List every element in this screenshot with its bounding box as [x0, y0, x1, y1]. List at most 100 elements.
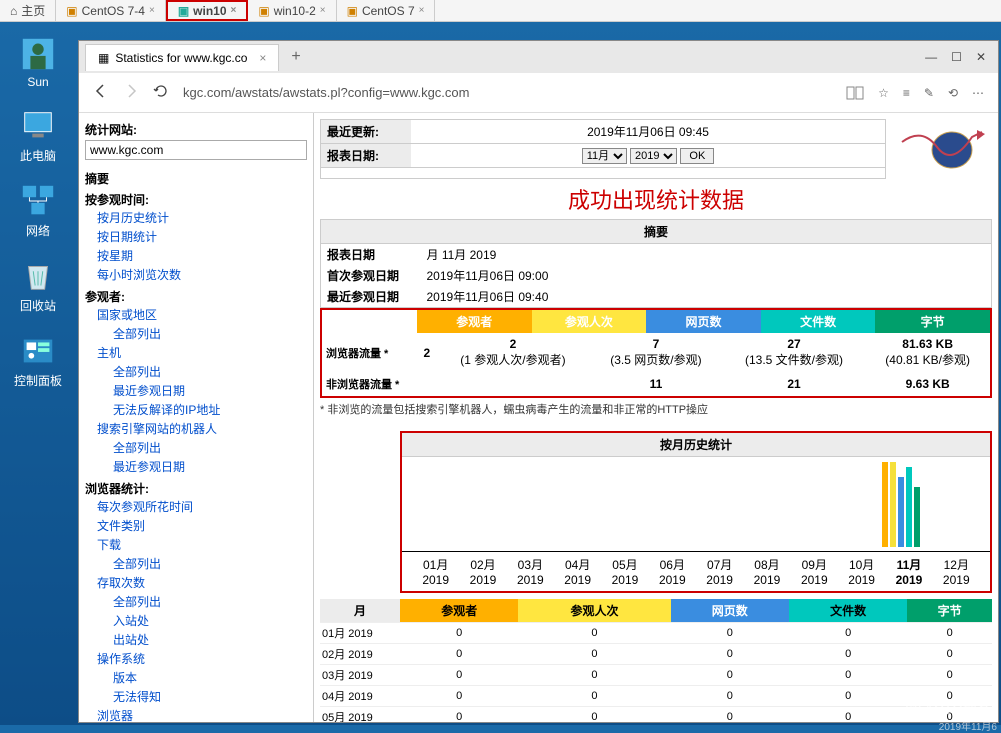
month-label: 09月2019 [791, 556, 838, 587]
desktop-icon-recycle[interactable]: 回收站 [8, 257, 68, 314]
vm-icon: ▣ [66, 4, 77, 18]
month-select[interactable]: 11月 [582, 148, 627, 164]
val: 2 [424, 346, 431, 360]
monthly-chart [402, 457, 990, 552]
sidebar-link[interactable]: 全部列出 [85, 592, 307, 611]
sidebar-link[interactable]: 全部列出 [85, 324, 307, 343]
vm-tab-centos74[interactable]: ▣ CentOS 7-4 × [56, 0, 166, 21]
close-icon[interactable]: × [231, 5, 237, 16]
month-table-header: 月 参观者 参观人次 网页数 文件数 字节 [320, 599, 992, 623]
cell: 0 [671, 665, 789, 686]
sidebar-link[interactable]: 全部列出 [85, 438, 307, 457]
close-icon[interactable]: × [419, 5, 425, 16]
table-row: 04月 201900000 [320, 686, 992, 707]
row-lbl: 报表日期 [321, 244, 421, 265]
vm-tab-label: 主页 [21, 2, 45, 19]
page-icon: ▦ [98, 51, 109, 65]
back-button[interactable] [93, 83, 109, 102]
month-label: 04月2019 [554, 556, 601, 587]
hub-icon[interactable]: ≡ [903, 86, 910, 100]
desktop-icon-pc[interactable]: 此电脑 [8, 107, 68, 164]
sidebar-link[interactable]: 文件类别 [85, 516, 307, 535]
sidebar-link[interactable]: 国家或地区 [85, 305, 307, 324]
val: 21 [787, 377, 800, 391]
reading-icon[interactable] [846, 86, 864, 100]
sidebar-link[interactable]: 搜索引擎网站的机器人 [85, 419, 307, 438]
month-labels: 01月201902月201903月201904月201905月201906月20… [402, 552, 990, 591]
cell: 0 [400, 644, 518, 665]
row-val: 2019年11月06日 09:40 [421, 286, 992, 308]
sidebar-link[interactable]: 按星期 [85, 246, 307, 265]
cell: 03月 2019 [320, 665, 400, 686]
desktop-icon-controlpanel[interactable]: 控制面板 [8, 332, 68, 389]
sidebar-link[interactable]: 操作系统 [85, 649, 307, 668]
cell: 0 [400, 686, 518, 707]
notes-icon[interactable]: ✎ [924, 86, 934, 100]
row-lbl: 首次参观日期 [321, 265, 421, 286]
vm-tab-centos7[interactable]: ▣ CentOS 7 × [337, 0, 436, 21]
site-input[interactable] [85, 140, 307, 160]
forward-button[interactable] [123, 83, 139, 102]
desktop-icon-network[interactable]: 网络 [8, 182, 68, 239]
sidebar-link[interactable]: 主机 [85, 343, 307, 362]
sidebar-link[interactable]: 无法反解译的IP地址 [85, 400, 307, 419]
close-icon[interactable]: × [320, 5, 326, 16]
cell: 0 [671, 686, 789, 707]
year-select[interactable]: 2019 [630, 148, 677, 164]
share-icon[interactable]: ⟲ [948, 86, 958, 100]
close-icon[interactable]: × [149, 5, 155, 16]
url-text[interactable]: kgc.com/awstats/awstats.pl?config=www.kg… [183, 85, 832, 100]
cell: 0 [671, 623, 789, 644]
val: 11 [650, 377, 663, 391]
cell: 0 [789, 686, 907, 707]
sidebar-link[interactable]: 无法得知 [85, 687, 307, 706]
maximize-icon[interactable]: ☐ [951, 50, 962, 64]
favorite-icon[interactable]: ☆ [878, 86, 889, 100]
sidebar-category: 参观者: [85, 288, 307, 305]
browser-tab[interactable]: ▦ Statistics for www.kgc.co × [85, 44, 279, 71]
cell: 0 [789, 623, 907, 644]
th: 字节 [907, 599, 992, 623]
sidebar-category: 摘要 [85, 170, 307, 187]
close-icon[interactable]: × [259, 51, 266, 65]
val: 2 [510, 337, 517, 351]
sidebar-link[interactable]: 存取次数 [85, 573, 307, 592]
val [417, 372, 437, 396]
stats-main: 最近更新: 2019年11月06日 09:45 报表日期: 11月 2019 O… [314, 113, 998, 722]
sidebar-link[interactable]: 全部列出 [85, 362, 307, 381]
th: 网页数 [671, 599, 789, 623]
sidebar-link[interactable]: 每次参观所花时间 [85, 497, 307, 516]
desktop-icon-user[interactable]: Sun [8, 35, 68, 89]
sidebar-link[interactable]: 最近参观日期 [85, 381, 307, 400]
close-icon[interactable]: ✕ [976, 50, 986, 64]
browser-tabbar: ▦ Statistics for www.kgc.co × + — ☐ ✕ [79, 41, 998, 73]
vm-tab-win10[interactable]: ▣ win10 × [166, 0, 249, 21]
sidebar-link[interactable]: 全部列出 [85, 554, 307, 573]
minimize-icon[interactable]: — [925, 50, 937, 64]
month-label: 07月2019 [696, 556, 743, 587]
month-label: 11月2019 [885, 556, 932, 587]
more-icon[interactable]: ⋯ [972, 86, 984, 100]
header-box: 最近更新: 2019年11月06日 09:45 报表日期: 11月 2019 O… [320, 119, 886, 179]
sidebar-link[interactable]: 每小时浏览次数 [85, 265, 307, 284]
sidebar-link[interactable]: 版本 [85, 668, 307, 687]
vm-icon: ▣ [347, 4, 358, 18]
new-tab-button[interactable]: + [281, 44, 310, 70]
sidebar-link[interactable]: 下载 [85, 535, 307, 554]
sidebar-link[interactable]: 浏览器 [85, 706, 307, 722]
month-label: 01月2019 [412, 556, 459, 587]
vm-tab-home[interactable]: ⌂ 主页 [0, 0, 56, 21]
watermark: @51CTO博客 [904, 699, 991, 719]
sidebar-link[interactable]: 按日期统计 [85, 227, 307, 246]
vm-tab-win10-2[interactable]: ▣ win10-2 × [248, 0, 336, 21]
row-val: 2019年11月06日 09:00 [421, 265, 992, 286]
vm-tabs: ⌂ 主页 ▣ CentOS 7-4 × ▣ win10 × ▣ win10-2 … [0, 0, 1001, 22]
sidebar-link[interactable]: 入站处 [85, 611, 307, 630]
sidebar-link[interactable]: 最近参观日期 [85, 457, 307, 476]
ok-button[interactable]: OK [680, 148, 714, 164]
sub: (13.5 文件数/参观) [745, 353, 843, 367]
sidebar-link[interactable]: 出站处 [85, 630, 307, 649]
sidebar-link[interactable]: 按月历史统计 [85, 208, 307, 227]
refresh-button[interactable] [153, 83, 169, 102]
val: 27 [787, 337, 800, 351]
